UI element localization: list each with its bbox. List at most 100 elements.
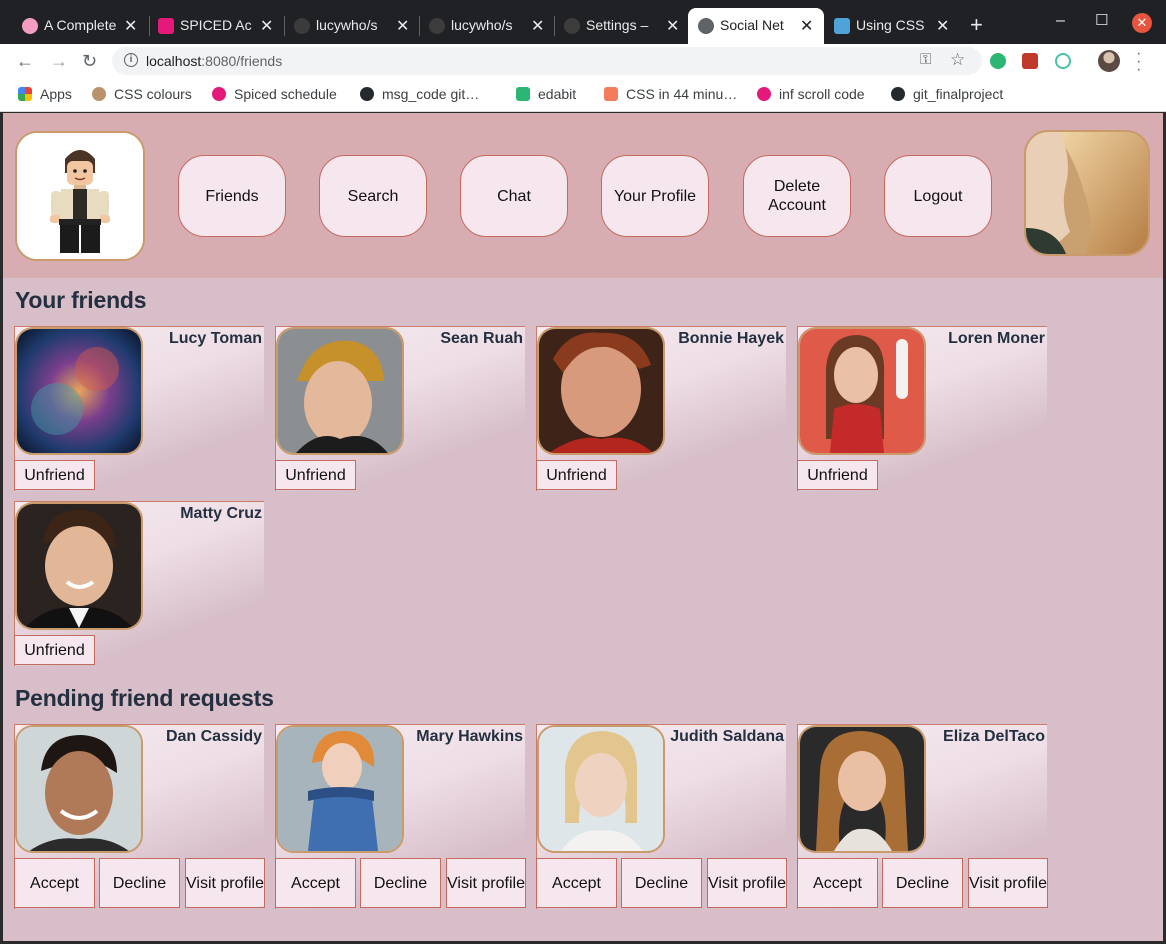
unfriend-button[interactable]: Unfriend — [275, 460, 356, 490]
tab-title: SPICED Ac — [180, 17, 252, 33]
window-close-icon[interactable]: ✕ — [1132, 13, 1152, 33]
site-logo[interactable] — [15, 131, 145, 261]
browser-tab[interactable]: Settings – ✕ — [554, 8, 690, 44]
bookmark-spiced-schedule[interactable]: Spiced schedule — [212, 86, 337, 102]
unfriend-button[interactable]: Unfriend — [536, 460, 617, 490]
bookmark-css-in-44[interactable]: CSS in 44 minu… — [604, 86, 737, 102]
address-bar[interactable]: i localhost:8080/friends ⚿ ☆ — [112, 47, 982, 75]
bookmark-inf-scroll[interactable]: inf scroll code — [757, 86, 865, 102]
minimize-icon[interactable]: – — [1056, 12, 1065, 30]
bookmark-edabit[interactable]: edabit — [516, 86, 576, 102]
github-icon — [294, 18, 310, 34]
tab-title: A Complete — [44, 17, 117, 33]
friend-photo[interactable] — [798, 327, 926, 455]
close-tab-icon[interactable]: ✕ — [396, 16, 409, 36]
extension-icon[interactable] — [1055, 53, 1071, 69]
portrait-photo — [17, 504, 141, 628]
friend-photo[interactable] — [537, 327, 665, 455]
tab-title: lucywho/s — [316, 17, 378, 33]
close-tab-icon[interactable]: ✕ — [936, 16, 949, 36]
github-icon — [360, 87, 374, 101]
requester-photo[interactable] — [15, 725, 143, 853]
forward-icon[interactable]: → — [50, 51, 68, 71]
browser-tab-active[interactable]: Social Net ✕ — [688, 8, 824, 44]
decline-button[interactable]: Decline — [360, 858, 441, 908]
unfriend-button[interactable]: Unfriend — [797, 460, 878, 490]
close-tab-icon[interactable]: ✕ — [800, 16, 813, 36]
tab-title: Settings – — [586, 17, 649, 33]
accept-button[interactable]: Accept — [275, 858, 356, 908]
close-tab-icon[interactable]: ✕ — [531, 16, 544, 36]
menu-dots-icon[interactable]: · · · — [1136, 46, 1141, 78]
pending-request-card: Dan Cassidy Accept Decline Visit profile — [14, 724, 265, 909]
evernote-extension-icon[interactable] — [990, 53, 1006, 69]
bookmark-git-finalproject[interactable]: git_finalproject — [891, 86, 1003, 102]
visit-profile-button[interactable]: Visit profile — [446, 858, 526, 908]
bookmark-icon — [516, 87, 530, 101]
portrait-photo — [278, 329, 402, 453]
nav-search-button[interactable]: Search — [319, 155, 427, 237]
bookmark-msg-code[interactable]: msg_code git… — [360, 86, 479, 102]
bookmark-css-colours[interactable]: CSS colours — [92, 86, 192, 102]
visit-profile-button[interactable]: Visit profile — [968, 858, 1048, 908]
close-tab-icon[interactable]: ✕ — [260, 16, 273, 36]
github-icon — [891, 87, 905, 101]
requester-name: Eliza DelTaco — [943, 728, 1045, 745]
browser-tab[interactable]: Using CSS ✕ — [824, 8, 960, 44]
friend-name: Matty Cruz — [180, 505, 262, 522]
decline-button[interactable]: Decline — [621, 858, 702, 908]
back-icon[interactable]: ← — [16, 51, 34, 71]
user-profile-picture[interactable] — [1024, 130, 1150, 256]
browser-tab[interactable]: lucywho/s ✕ — [419, 8, 555, 44]
tab-favicon-icon — [22, 18, 38, 34]
friend-card: Bonnie Hayek Unfriend — [536, 326, 786, 491]
extension-icon[interactable] — [1022, 53, 1038, 69]
friend-card: Lucy Toman Unfriend — [14, 326, 264, 491]
reload-icon[interactable]: ↻ — [82, 51, 97, 71]
portrait-photo — [278, 727, 402, 851]
friend-photo[interactable] — [15, 502, 143, 630]
bookmark-apps[interactable]: Apps — [18, 86, 72, 102]
unfriend-button[interactable]: Unfriend — [14, 460, 95, 490]
requester-photo[interactable] — [276, 725, 404, 853]
close-tab-icon[interactable]: ✕ — [124, 16, 137, 36]
browser-tab[interactable]: lucywho/s ✕ — [284, 8, 420, 44]
visit-profile-button[interactable]: Visit profile — [707, 858, 787, 908]
gear-icon — [564, 18, 580, 34]
bookmark-icon — [92, 87, 106, 101]
nav-delete-account-button[interactable]: Delete Account — [743, 155, 851, 237]
accept-button[interactable]: Accept — [14, 858, 95, 908]
maximize-icon[interactable]: ☐ — [1095, 11, 1108, 29]
new-tab-icon[interactable]: + — [970, 14, 983, 36]
nav-logout-button[interactable]: Logout — [884, 155, 992, 237]
nav-profile-button[interactable]: Your Profile — [601, 155, 709, 237]
tab-favicon-icon — [834, 18, 850, 34]
site-header: Friends Search Chat Your Profile Delete … — [3, 113, 1163, 278]
nav-friends-button[interactable]: Friends — [178, 155, 286, 237]
friend-card: Matty Cruz Unfriend — [14, 501, 264, 666]
close-tab-icon[interactable]: ✕ — [666, 16, 679, 36]
bookmark-star-icon[interactable]: ☆ — [950, 50, 965, 70]
friend-photo[interactable] — [276, 327, 404, 455]
requester-photo[interactable] — [537, 725, 665, 853]
browser-tab[interactable]: A Complete ✕ — [12, 8, 148, 44]
info-icon[interactable]: i — [124, 53, 138, 67]
accept-button[interactable]: Accept — [797, 858, 878, 908]
decline-button[interactable]: Decline — [99, 858, 180, 908]
page-viewport: Friends Search Chat Your Profile Delete … — [3, 113, 1163, 941]
unfriend-button[interactable]: Unfriend — [14, 635, 95, 665]
portrait-photo — [800, 727, 924, 851]
requester-name: Judith Saldana — [670, 728, 784, 745]
friend-photo[interactable] — [15, 327, 143, 455]
pending-request-card: Judith Saldana Accept Decline Visit prof… — [536, 724, 787, 909]
nav-chat-button[interactable]: Chat — [460, 155, 568, 237]
url-text[interactable]: localhost:8080/friends — [146, 53, 282, 69]
accept-button[interactable]: Accept — [536, 858, 617, 908]
requester-photo[interactable] — [798, 725, 926, 853]
requester-name: Mary Hawkins — [416, 728, 523, 745]
browser-tab[interactable]: SPICED Ac ✕ — [148, 8, 284, 44]
decline-button[interactable]: Decline — [882, 858, 963, 908]
key-icon[interactable]: ⚿ — [920, 51, 931, 68]
visit-profile-button[interactable]: Visit profile — [185, 858, 265, 908]
chrome-profile-avatar[interactable] — [1098, 50, 1120, 72]
